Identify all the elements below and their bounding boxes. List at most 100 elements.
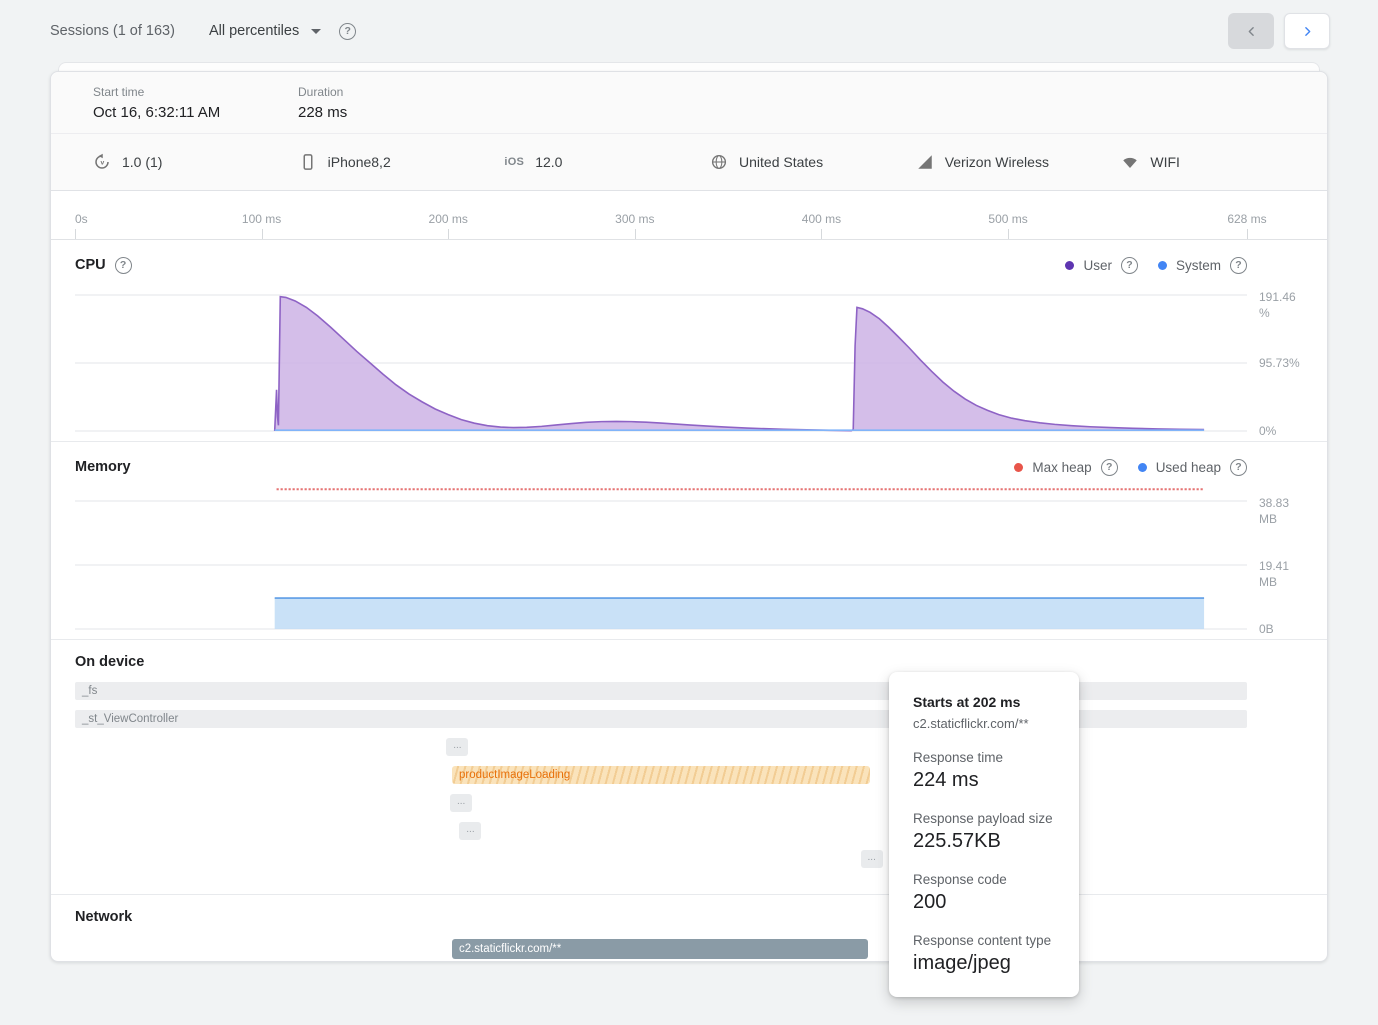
memory-ymid-label: 19.41 MB xyxy=(1259,558,1307,590)
duration-label: Duration xyxy=(298,85,503,99)
cpu-legend: User ? System ? xyxy=(1065,257,1247,274)
timeline-ruler: 0s100 ms200 ms300 ms400 ms500 ms628 ms xyxy=(75,191,1247,239)
cell-signal-icon xyxy=(916,153,934,171)
cpu-chart[interactable]: 191.46 % 95.73% 0% xyxy=(75,282,1247,431)
chevron-right-icon xyxy=(1301,25,1314,38)
memory-ymax-label: 38.83 MB xyxy=(1259,495,1307,527)
collapsed-traces-chip[interactable]: ... xyxy=(446,738,468,756)
cpu-legend-system: System ? xyxy=(1158,257,1247,274)
tooltip-url: c2.staticflickr.com/** xyxy=(913,716,1055,731)
memory-area-chart xyxy=(75,484,1247,629)
device-model-value: iPhone8,2 xyxy=(328,154,391,170)
timeline-tick-mark xyxy=(821,229,822,239)
response-code-label: Response code xyxy=(913,872,1055,887)
chevron-left-icon xyxy=(1245,25,1258,38)
cpu-area-chart xyxy=(75,282,1247,431)
user-cpu-help-icon[interactable]: ? xyxy=(1121,257,1138,274)
collapsed-traces-chip[interactable]: ... xyxy=(459,822,481,840)
start-time-label: Start time xyxy=(93,85,298,99)
radio-value: WIFI xyxy=(1150,154,1180,170)
percentiles-filter-label: All percentiles xyxy=(209,23,299,39)
used-heap-legend-dot xyxy=(1138,463,1147,472)
timeline-tick-label: 400 ms xyxy=(802,212,841,226)
carrier-item: Verizon Wireless xyxy=(916,153,1122,171)
sessions-help-icon[interactable]: ? xyxy=(339,23,356,40)
timeline-tick-label: 100 ms xyxy=(242,212,281,226)
timeline-tick-mark xyxy=(75,229,76,239)
wifi-icon xyxy=(1121,153,1139,171)
sessions-count-label: Sessions (1 of 163) xyxy=(50,23,175,39)
timeline-tick-mark xyxy=(1008,229,1009,239)
cpu-section-title: CPU xyxy=(75,257,106,273)
collapsed-traces-chip[interactable]: ... xyxy=(450,794,472,812)
response-content-type-label: Response content type xyxy=(913,933,1055,948)
response-time-value: 224 ms xyxy=(913,769,1055,792)
system-legend-label: System xyxy=(1176,258,1221,273)
user-legend-label: User xyxy=(1083,258,1112,273)
start-time-value: Oct 16, 6:32:11 AM xyxy=(93,104,298,121)
max-heap-legend-label: Max heap xyxy=(1032,460,1091,475)
dropdown-caret-icon xyxy=(311,29,321,34)
ios-icon: iOS xyxy=(504,156,524,168)
timeline-ruler-wrap: 0s 100 ms 200 ms 300 ms 400 ms 500 ms 628 ms xyxy=(51,191,1327,240)
os-version-item: iOS 12.0 xyxy=(504,154,710,170)
response-time-label: Response time xyxy=(913,750,1055,765)
country-item: United States xyxy=(710,153,916,171)
response-payload-label: Response payload size xyxy=(913,811,1055,826)
network-section: Network c2.staticflickr.com/** xyxy=(51,895,1327,977)
percentiles-filter-dropdown[interactable]: All percentiles xyxy=(207,19,323,43)
request-details-tooltip: Starts at 202 ms c2.staticflickr.com/** … xyxy=(889,672,1079,997)
stacked-card-edge xyxy=(58,62,1320,71)
cpu-ymin-label: 0% xyxy=(1259,423,1307,439)
app-version-item: v 1.0 (1) xyxy=(93,153,299,171)
start-time-block: Start time Oct 16, 6:32:11 AM xyxy=(93,85,298,121)
timeline-tick-label: 200 ms xyxy=(429,212,468,226)
cpu-ymid-label: 95.73% xyxy=(1259,355,1307,371)
device-model-item: iPhone8,2 xyxy=(299,153,505,171)
user-legend-dot xyxy=(1065,261,1074,270)
device-info-row: v 1.0 (1) iPhone8,2 iOS 12.0 United Stat… xyxy=(51,133,1327,191)
network-request-bar[interactable]: c2.staticflickr.com/** xyxy=(452,939,868,959)
used-heap-help-icon[interactable]: ? xyxy=(1230,459,1247,476)
memory-ymin-label: 0B xyxy=(1259,621,1307,637)
session-detail-card: Start time Oct 16, 6:32:11 AM Duration 2… xyxy=(50,71,1328,962)
session-pagination xyxy=(1228,13,1330,49)
memory-section: Memory Max heap ? Used heap ? 38.83 MB 1… xyxy=(51,442,1327,640)
timeline-tick-mark xyxy=(1247,229,1248,239)
used-heap-legend-label: Used heap xyxy=(1156,460,1221,475)
response-payload-value: 225.57KB xyxy=(913,830,1055,853)
max-heap-help-icon[interactable]: ? xyxy=(1101,459,1118,476)
timeline-tick-label: 628 ms xyxy=(1227,212,1266,226)
system-cpu-help-icon[interactable]: ? xyxy=(1230,257,1247,274)
trace-bar[interactable]: productImageLoading xyxy=(452,766,870,784)
country-value: United States xyxy=(739,154,823,170)
timeline-tick-label: 300 ms xyxy=(615,212,654,226)
memory-legend-used-heap: Used heap ? xyxy=(1138,459,1247,476)
memory-chart[interactable]: 38.83 MB 19.41 MB 0B xyxy=(75,484,1247,629)
timeline-tick-label: 500 ms xyxy=(988,212,1027,226)
timeline-tick-label: 0s xyxy=(75,212,88,226)
cpu-help-icon[interactable]: ? xyxy=(115,257,132,274)
response-content-type-value: image/jpeg xyxy=(913,952,1055,975)
previous-session-button[interactable] xyxy=(1228,13,1274,49)
memory-section-title: Memory xyxy=(75,459,131,475)
sessions-toolbar: Sessions (1 of 163) All percentiles ? xyxy=(0,0,1378,62)
globe-icon xyxy=(710,153,728,171)
svg-text:v: v xyxy=(100,160,104,167)
on-device-section-title: On device xyxy=(75,654,144,670)
timeline-tick-mark xyxy=(262,229,263,239)
collapsed-traces-chip[interactable]: ... xyxy=(861,850,883,868)
response-code-value: 200 xyxy=(913,891,1055,914)
next-session-button[interactable] xyxy=(1284,13,1330,49)
radio-item: WIFI xyxy=(1121,153,1327,171)
app-version-value: 1.0 (1) xyxy=(122,154,162,170)
session-meta-row: Start time Oct 16, 6:32:11 AM Duration 2… xyxy=(51,72,1327,133)
duration-value: 228 ms xyxy=(298,104,503,121)
memory-legend-max-heap: Max heap ? xyxy=(1014,459,1117,476)
max-heap-legend-dot xyxy=(1014,463,1023,472)
network-section-title: Network xyxy=(75,909,132,925)
timeline-tick-mark xyxy=(635,229,636,239)
duration-block: Duration 228 ms xyxy=(298,85,503,121)
memory-legend: Max heap ? Used heap ? xyxy=(1014,459,1247,476)
phone-icon xyxy=(299,153,317,171)
